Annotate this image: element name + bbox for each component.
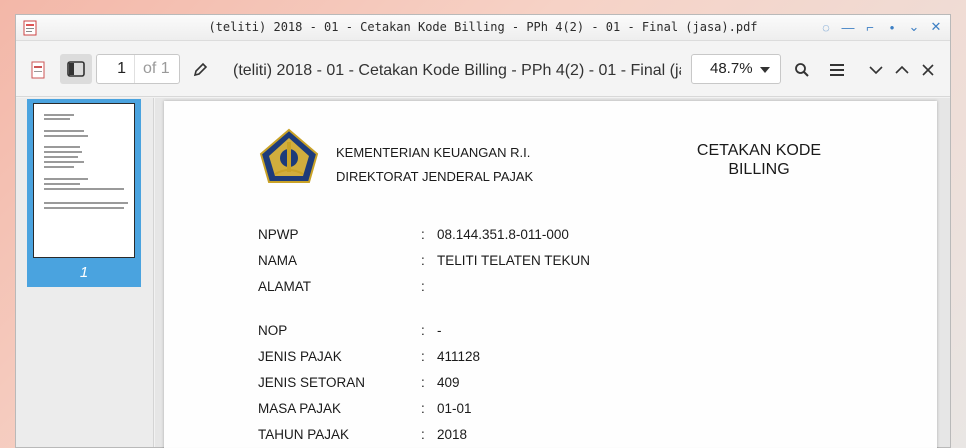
window-title: (teliti) 2018 - 01 - Cetakan Kode Billin… bbox=[208, 20, 758, 34]
thumbnail-label: 1 bbox=[79, 264, 89, 281]
field-row: JENIS PAJAK:411128 bbox=[258, 349, 481, 364]
close-find-icon[interactable] bbox=[914, 56, 942, 84]
dropdown-caret-icon bbox=[760, 67, 770, 73]
thumbnail-sidebar[interactable]: 1 bbox=[16, 98, 154, 447]
sidebar-icon bbox=[67, 61, 85, 77]
shade-icon[interactable]: • bbox=[884, 18, 900, 36]
sidebar-toggle-button[interactable] bbox=[60, 54, 92, 84]
keep-above-icon[interactable]: ◌ bbox=[818, 18, 834, 36]
annotate-pencil-icon[interactable] bbox=[186, 56, 214, 84]
search-icon[interactable] bbox=[788, 56, 816, 84]
document-heading: CETAKAN KODE BILLING bbox=[664, 141, 854, 179]
zoom-select[interactable]: 48.7% bbox=[691, 54, 781, 84]
page-number-input[interactable]: 1 bbox=[97, 55, 135, 83]
heading-line-2: BILLING bbox=[728, 161, 790, 178]
field-row: TAHUN PAJAK:2018 bbox=[258, 427, 468, 442]
document-viewer[interactable]: KEMENTERIAN KEUANGAN R.I. DIREKTORAT JEN… bbox=[155, 98, 950, 448]
heading-line-1: CETAKAN KODE bbox=[696, 142, 822, 159]
app-window: (teliti) 2018 - 01 - Cetakan Kode Billin… bbox=[15, 14, 951, 448]
minimize-icon[interactable]: — bbox=[840, 18, 856, 36]
viewer-toolbar: 1 of 1 (teliti) 2018 - 01 - Cetakan Kode… bbox=[16, 41, 950, 97]
document-title: (teliti) 2018 - 01 - Cetakan Kode Billin… bbox=[233, 62, 681, 79]
field-row: NAMA: TELITI TELATEN TEKUN bbox=[258, 253, 591, 268]
chevron-down-icon[interactable] bbox=[862, 56, 890, 84]
close-icon[interactable]: ✕ bbox=[928, 18, 944, 36]
thumbnail-page-1[interactable]: 1 bbox=[27, 99, 141, 287]
zoom-value: 48.7% bbox=[710, 60, 753, 77]
field-row: NOP: - bbox=[258, 323, 442, 338]
pdf-page: KEMENTERIAN KEUANGAN R.I. DIREKTORAT JEN… bbox=[164, 101, 937, 448]
billing-fields: NPWP:08.144.351.8-011-000 NAMA: TELITI TE… bbox=[258, 227, 658, 448]
field-row: NPWP:08.144.351.8-011-000 bbox=[258, 227, 569, 242]
chevron-up-icon[interactable] bbox=[888, 56, 916, 84]
window-controls: ◌ — ⌐ • ⌄ ✕ bbox=[818, 18, 944, 36]
page-number-field[interactable]: 1 of 1 bbox=[96, 54, 180, 84]
chevron-down-icon[interactable]: ⌄ bbox=[906, 18, 922, 36]
field-row: JENIS SETORAN:409 bbox=[258, 375, 460, 390]
hamburger-menu-icon[interactable] bbox=[824, 56, 852, 84]
field-row: MASA PAJAK:01-01 bbox=[258, 401, 472, 416]
org-line-1: KEMENTERIAN KEUANGAN R.I. bbox=[336, 145, 531, 160]
maximize-icon[interactable]: ⌐ bbox=[862, 18, 878, 36]
org-line-2: DIREKTORAT JENDERAL PAJAK bbox=[336, 169, 534, 184]
kemenkeu-logo-icon bbox=[259, 128, 319, 183]
page-count-label: of 1 bbox=[143, 60, 170, 77]
title-bar[interactable]: (teliti) 2018 - 01 - Cetakan Kode Billin… bbox=[16, 15, 950, 41]
thumbnail-preview bbox=[33, 103, 135, 258]
issuer-block: KEMENTERIAN KEUANGAN R.I. DIREKTORAT JEN… bbox=[336, 141, 533, 189]
document-properties-icon[interactable] bbox=[24, 56, 52, 84]
field-row: ALAMAT: bbox=[258, 279, 425, 294]
content-area: 1 KEMENTERIAN KEUANGAN R.I. DIREKTORAT J… bbox=[16, 98, 950, 448]
